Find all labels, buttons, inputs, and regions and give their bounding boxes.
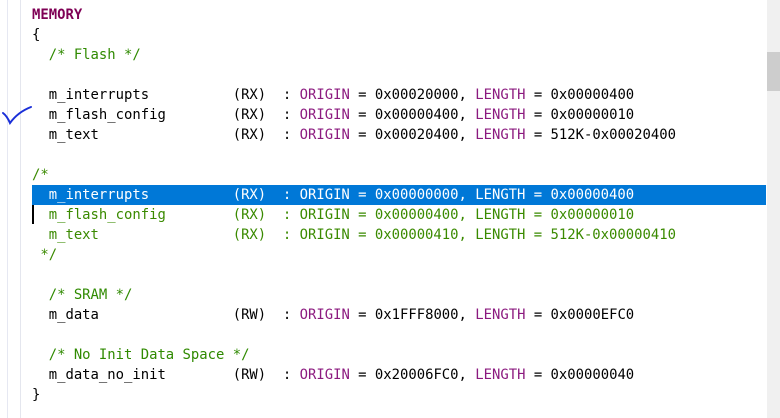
- code-line[interactable]: m_flash_config (RX) : ORIGIN = 0x0000040…: [32, 105, 766, 125]
- code-token: = 0x0000EFC0: [525, 307, 635, 323]
- code-line[interactable]: }: [32, 385, 766, 405]
- code-token: */: [32, 247, 58, 263]
- code-line[interactable]: /* SRAM */: [32, 285, 766, 305]
- code-token: MEMORY: [32, 7, 83, 23]
- code-line[interactable]: m_text (RX) : ORIGIN = 0x00000410, LENGT…: [32, 225, 766, 245]
- code-token: /* Flash */: [32, 47, 141, 63]
- handwritten-checkmark-icon: [2, 106, 32, 126]
- code-token: ORIGIN: [299, 307, 350, 323]
- code-line[interactable]: */: [32, 245, 766, 265]
- code-token: LENGTH: [475, 87, 526, 103]
- code-token: = 0x00000400: [525, 87, 635, 103]
- code-line[interactable]: m_text (RX) : ORIGIN = 0x00020400, LENGT…: [32, 125, 766, 145]
- code-token: = 0x00020000,: [349, 87, 476, 103]
- code-token: m_data (RW) :: [32, 307, 300, 323]
- code-token: ORIGIN: [299, 367, 350, 383]
- code-token: LENGTH: [475, 367, 526, 383]
- code-token: m_text (RX) :: [32, 127, 300, 143]
- code-line[interactable]: [32, 145, 766, 165]
- code-line[interactable]: [32, 65, 766, 85]
- code-line-selected[interactable]: m_interrupts (RX) : ORIGIN = 0x00000000,…: [32, 185, 766, 205]
- code-token: = 0x1FFF8000,: [349, 307, 476, 323]
- code-line[interactable]: /* No Init Data Space */: [32, 345, 766, 365]
- code-token: {: [32, 27, 41, 43]
- code-line[interactable]: m_interrupts (RX) : ORIGIN = 0x00020000,…: [32, 85, 766, 105]
- code-line[interactable]: m_data (RW) : ORIGIN = 0x1FFF8000, LENGT…: [32, 305, 766, 325]
- code-token: /*: [32, 167, 49, 183]
- code-line[interactable]: /* Flash */: [32, 45, 766, 65]
- code-token: LENGTH: [475, 127, 526, 143]
- code-token: m_flash_config (RX) : ORIGIN = 0x0000040…: [32, 207, 635, 223]
- code-token: m_data_no_init (RW) :: [32, 367, 300, 383]
- gutter-divider: [7, 0, 8, 418]
- code-token: = 0x00000400,: [349, 107, 476, 123]
- code-line[interactable]: m_data_no_init (RW) : ORIGIN = 0x20006FC…: [32, 365, 766, 385]
- code-token: /* No Init Data Space */: [32, 347, 250, 363]
- code-token: m_flash_config (RX) :: [32, 107, 300, 123]
- code-line[interactable]: [32, 265, 766, 285]
- code-token: = 0x00020400,: [349, 127, 476, 143]
- code-line[interactable]: [32, 325, 766, 345]
- scrollbar-thumb[interactable]: [767, 52, 780, 91]
- code-token: LENGTH: [475, 307, 526, 323]
- vertical-scrollbar[interactable]: [767, 0, 780, 418]
- code-token: }: [32, 387, 41, 403]
- text-caret: [32, 205, 34, 224]
- code-token: m_interrupts (RX) : ORIGIN = 0x00000000,…: [32, 187, 635, 203]
- code-token: = 512K-0x00020400: [525, 127, 676, 143]
- code-token: /* SRAM */: [32, 287, 133, 303]
- code-line[interactable]: m_flash_config (RX) : ORIGIN = 0x0000040…: [32, 205, 766, 225]
- code-line[interactable]: MEMORY: [32, 5, 766, 25]
- code-line[interactable]: /*: [32, 165, 766, 185]
- code-token: m_text (RX) : ORIGIN = 0x00000410, LENGT…: [32, 227, 676, 243]
- editor-gutter: [0, 0, 21, 418]
- code-token: = 0x00000010: [525, 107, 635, 123]
- code-token: ORIGIN: [299, 107, 350, 123]
- code-editor[interactable]: MEMORY { /* Flash */ m_interrupts (RX) : …: [32, 5, 766, 405]
- code-token: ORIGIN: [299, 127, 350, 143]
- code-token: ORIGIN: [299, 87, 350, 103]
- code-token: = 0x20006FC0,: [349, 367, 476, 383]
- code-token: LENGTH: [475, 107, 526, 123]
- code-line[interactable]: {: [32, 25, 766, 45]
- code-token: = 0x00000040: [525, 367, 635, 383]
- code-token: m_interrupts (RX) :: [32, 87, 300, 103]
